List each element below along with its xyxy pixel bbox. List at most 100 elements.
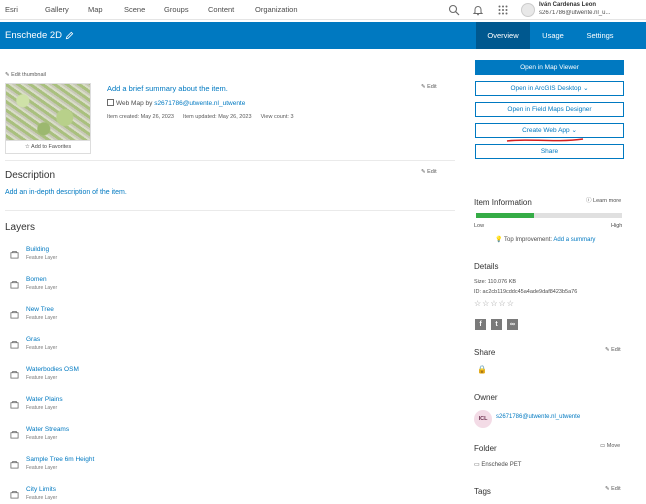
item-header: Enschede 2D Overview Usage Settings (0, 22, 646, 49)
layer-name[interactable]: Water Plains (26, 396, 63, 403)
edit-description-button[interactable]: ✎ Edit (421, 169, 437, 175)
item-updated: Item updated: May 26, 2023 (183, 114, 252, 120)
add-to-favorites-button[interactable]: ☆ Add to Favorites (5, 141, 91, 154)
chevron-down-icon: ⌄ (571, 127, 577, 134)
layer-name[interactable]: Water Streams (26, 426, 69, 433)
feature-layer-icon (10, 400, 19, 409)
layer-item[interactable]: City Limits Feature Layer (10, 486, 210, 504)
owner-link[interactable]: s2671786@utwente.nl_utwente (154, 100, 245, 107)
nav-scene[interactable]: Scene (124, 5, 145, 14)
tags-heading: Tags (474, 487, 491, 496)
progress-low-label: Low (474, 223, 485, 229)
share-button[interactable]: Share (475, 144, 624, 159)
share-heading: Share (474, 348, 496, 357)
feature-layer-icon (10, 280, 19, 289)
facebook-icon[interactable]: f (475, 319, 486, 330)
move-folder-button[interactable]: ▭ Move (600, 443, 620, 449)
nav-gallery[interactable]: Gallery (45, 5, 69, 14)
user-avatar[interactable] (521, 3, 535, 17)
rating-stars[interactable]: ☆☆☆☆☆ (474, 299, 515, 308)
feature-layer-icon (10, 460, 19, 469)
layer-type: Feature Layer (26, 375, 58, 381)
layers-heading: Layers (5, 222, 36, 233)
view-count: View count: 3 (260, 114, 294, 120)
folder-move-icon: ▭ (600, 443, 607, 449)
add-summary-link[interactable]: Add a brief summary about the item. (107, 84, 228, 93)
item-information-progress (476, 213, 622, 218)
app-launcher-icon[interactable] (497, 4, 509, 16)
item-type-line: Web Map by s2671786@utwente.nl_utwente (107, 99, 245, 107)
learn-more-link[interactable]: ⓘ Learn more (586, 196, 621, 204)
description-heading: Description (5, 170, 56, 181)
twitter-icon[interactable]: t (491, 319, 502, 330)
item-created: Item created: May 26, 2023 (107, 114, 174, 120)
tab-settings[interactable]: Settings (578, 22, 622, 49)
layer-name[interactable]: Gras (26, 336, 40, 343)
tab-overview[interactable]: Overview (476, 22, 530, 49)
layer-type: Feature Layer (26, 345, 58, 351)
owner-avatar[interactable]: ICL (474, 410, 492, 428)
red-underline-annotation (506, 138, 584, 142)
layer-item[interactable]: New Tree Feature Layer (10, 306, 210, 332)
help-icon: ⓘ (586, 198, 594, 204)
feature-layer-icon (10, 370, 19, 379)
divider (5, 160, 455, 161)
search-icon[interactable] (448, 4, 460, 16)
open-in-field-maps-button[interactable]: Open in Field Maps Designer (475, 102, 624, 117)
owner-name-link[interactable]: s2671786@utwente.nl_utwente (496, 414, 580, 420)
lightbulb-icon: 💡 (495, 237, 503, 243)
divider (5, 210, 455, 211)
edit-thumbnail-link[interactable]: ✎ Edit thumbnail (5, 72, 46, 78)
bell-icon[interactable] (472, 4, 484, 16)
chevron-down-icon: ⌄ (583, 85, 589, 92)
layer-type: Feature Layer (26, 435, 58, 441)
edit-tags-button[interactable]: ✎ Edit (605, 486, 621, 492)
edit-title-pencil-icon[interactable] (65, 31, 74, 40)
open-in-arcgis-desktop-button[interactable]: Open in ArcGIS Desktop ⌄ (475, 81, 624, 96)
layer-item[interactable]: Sample Tree 6m Height Feature Layer (10, 456, 210, 482)
layer-name[interactable]: Building (26, 246, 49, 253)
nav-organization[interactable]: Organization (255, 5, 298, 14)
open-in-map-viewer-button[interactable]: Open in Map Viewer (475, 60, 624, 75)
nav-groups[interactable]: Groups (164, 5, 189, 14)
layer-item[interactable]: Waterbodies OSM Feature Layer (10, 366, 210, 392)
layer-type: Feature Layer (26, 495, 58, 501)
edit-share-button[interactable]: ✎ Edit (605, 347, 621, 353)
layer-type: Feature Layer (26, 285, 58, 291)
nav-home[interactable]: Esri (5, 5, 18, 14)
layer-item[interactable]: Water Plains Feature Layer (10, 396, 210, 422)
link-icon[interactable]: ∞ (507, 319, 518, 330)
layer-name[interactable]: Sample Tree 6m Height (26, 456, 94, 463)
progress-high-label: High (611, 223, 623, 229)
user-name[interactable]: Iván Cardenas Leon (539, 2, 596, 8)
layer-name[interactable]: New Tree (26, 306, 54, 313)
web-map-icon (107, 99, 114, 106)
edit-summary-button[interactable]: ✎ Edit (421, 84, 437, 90)
feature-layer-icon (10, 250, 19, 259)
layer-type: Feature Layer (26, 405, 58, 411)
feature-layer-icon (10, 310, 19, 319)
feature-layer-icon (10, 340, 19, 349)
layer-item[interactable]: Gras Feature Layer (10, 336, 210, 362)
feature-layer-icon (10, 430, 19, 439)
layer-name[interactable]: Waterbodies OSM (26, 366, 79, 373)
item-title: Enschede 2D (5, 30, 63, 41)
folder-heading: Folder (474, 444, 497, 453)
layer-item[interactable]: Water Streams Feature Layer (10, 426, 210, 452)
layer-name[interactable]: Bomen (26, 276, 47, 283)
layer-type: Feature Layer (26, 255, 58, 261)
layer-name[interactable]: City Limits (26, 486, 56, 493)
nav-map[interactable]: Map (88, 5, 103, 14)
top-navigation: Esri Gallery Map Scene Groups Content Or… (0, 0, 646, 20)
lock-icon: 🔒 (477, 365, 487, 374)
nav-content[interactable]: Content (208, 5, 234, 14)
add-description-link[interactable]: Add an in-depth description of the item. (5, 189, 127, 196)
tab-usage[interactable]: Usage (532, 22, 574, 49)
layer-item[interactable]: Bomen Feature Layer (10, 276, 210, 302)
layer-item[interactable]: Building Feature Layer (10, 246, 210, 272)
details-heading: Details (474, 262, 499, 271)
item-thumbnail (5, 83, 91, 141)
add-summary-improvement-link[interactable]: Add a summary (553, 237, 595, 243)
layer-type: Feature Layer (26, 315, 58, 321)
top-improvement: 💡 Top Improvement: Add a summary (495, 237, 596, 243)
